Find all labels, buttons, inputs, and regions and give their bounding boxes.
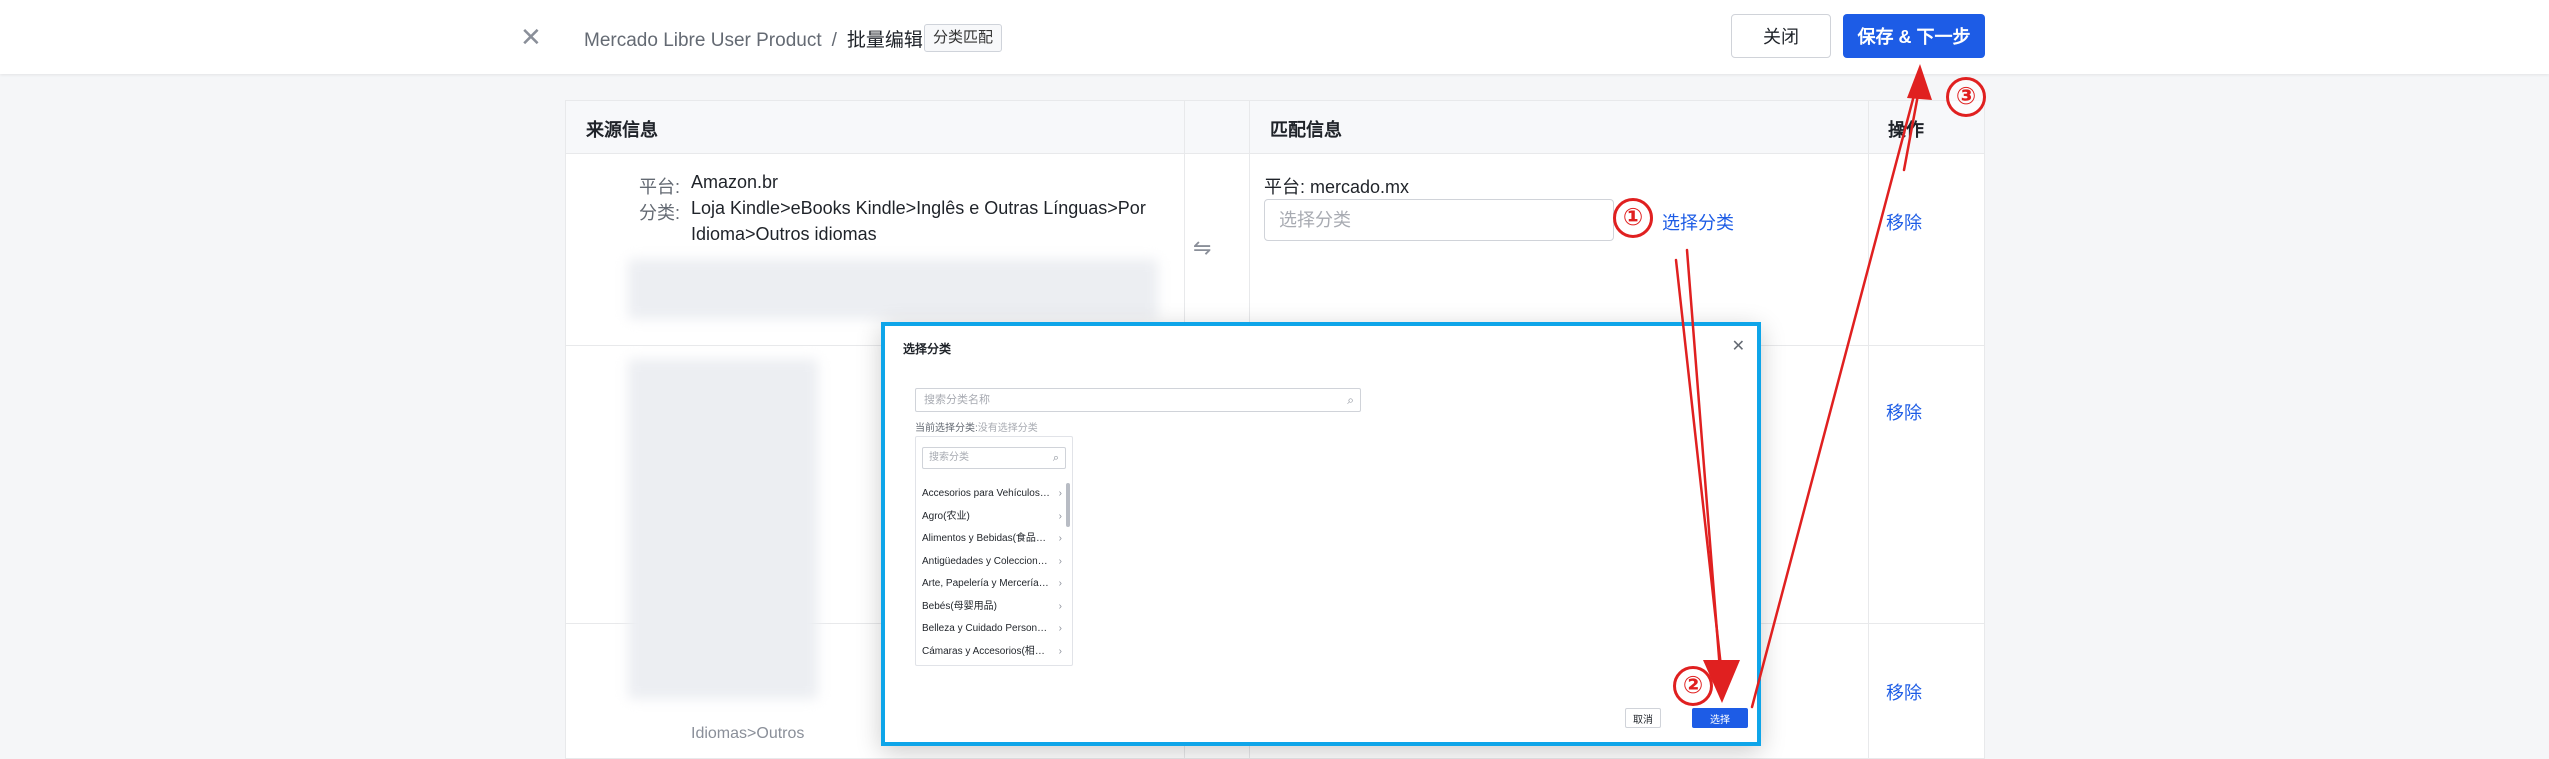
scrollbar[interactable] [1066, 483, 1070, 527]
dialog-title: 选择分类 [903, 342, 952, 356]
list-item-label: Cámaras y Accesorios(相机及配件) [922, 645, 1050, 657]
breadcrumb-app[interactable]: Mercado Libre User Product [584, 30, 822, 51]
chevron-right-icon: › [1058, 555, 1062, 567]
chevron-right-icon: › [1058, 600, 1062, 612]
chevron-right-icon: › [1058, 623, 1062, 634]
step-one-marker: ① [1613, 198, 1653, 238]
step-three-marker: ③ [1946, 77, 1986, 117]
column-divider [1868, 101, 1869, 758]
source-category: Loja Kindle>eBooks Kindle>Inglês e Outra… [691, 198, 1146, 218]
cancel-button[interactable]: 取消 [1625, 708, 1661, 728]
list-item[interactable]: Accesorios para Vehículos(车辆配件) › [922, 483, 1062, 506]
list-item[interactable]: Alimentos y Bebidas(食品和饮料) › [922, 528, 1062, 551]
close-icon[interactable]: ✕ [520, 22, 542, 52]
source-category-label: 分类: [639, 203, 681, 223]
swap-icon: ⇋ [1193, 235, 1212, 260]
select-button[interactable]: 选择 [1692, 708, 1748, 728]
current-selection-value: 没有选择分类 [977, 423, 1038, 434]
select-category-dialog: 选择分类 ✕ 搜索分类名称 ⌕ 当前选择分类:没有选择分类 搜索分类 ⌕ Acc… [881, 322, 1761, 746]
current-selection: 当前选择分类:没有选择分类 [915, 419, 1038, 434]
list-item-label: Alimentos y Bebidas(食品和饮料) [922, 533, 1050, 544]
table-header: 来源信息 匹配信息 操作 [566, 101, 1984, 154]
top-bar: ✕ Mercado Libre User Product / 批量编辑 分类匹配 关… [0, 0, 2549, 74]
source-category-cont: Idioma>Outros idiomas [691, 224, 877, 244]
remove-link[interactable]: 移除 [1886, 399, 1922, 425]
search-icon: ⌕ [1347, 393, 1354, 407]
category-select-input[interactable]: 选择分类 [1264, 199, 1614, 241]
blurred-product-info [628, 359, 818, 699]
step-two-marker: ② [1673, 666, 1713, 706]
list-item-label: Belleza y Cuidado Personal(美容和个人护理) [922, 623, 1050, 634]
list-item[interactable]: Cámaras y Accesorios(相机及配件) › [922, 641, 1062, 664]
list-item-label: Agro(农业) [922, 510, 970, 522]
target-platform: 平台: mercado.mx [1264, 177, 1410, 197]
list-item[interactable]: Agro(农业) › [922, 506, 1062, 529]
list-item-label: Antigüedades y Colecciones(古董和收藏) [922, 555, 1050, 567]
category-search-input[interactable]: 搜索分类名称 ⌕ [915, 388, 1361, 412]
breadcrumb: Mercado Libre User Product / 批量编辑 [584, 25, 923, 52]
list-item-label: Arte, Papelería y Mercería(艺术、文具) [922, 578, 1050, 589]
close-icon[interactable]: ✕ [1732, 336, 1745, 356]
list-item[interactable]: Arte, Papelería y Mercería(艺术、文具) › [922, 573, 1062, 596]
chevron-right-icon: › [1058, 510, 1062, 522]
panel-search-input[interactable]: 搜索分类 ⌕ [922, 447, 1066, 469]
list-item[interactable]: Bebés(母婴用品) › [922, 596, 1062, 619]
list-item[interactable]: Antigüedades y Colecciones(古董和收藏) › [922, 551, 1062, 574]
category-list: Accesorios para Vehículos(车辆配件) › Agro(农业… [922, 483, 1062, 663]
chevron-right-icon: › [1058, 645, 1062, 657]
breadcrumb-page: 批量编辑 [846, 30, 923, 51]
search-icon: ⌕ [1052, 452, 1059, 464]
panel-search-placeholder: 搜索分类 [929, 452, 969, 463]
select-category-link[interactable]: 选择分类 [1662, 209, 1734, 235]
remove-link[interactable]: 移除 [1886, 679, 1922, 705]
source-platform-label: 平台: [639, 177, 681, 197]
column-source-info: 来源信息 [586, 120, 658, 140]
column-actions: 操作 [1888, 120, 1924, 140]
chevron-right-icon: › [1058, 533, 1062, 544]
close-button[interactable]: 关闭 [1731, 14, 1831, 58]
chevron-right-icon: › [1058, 488, 1062, 499]
category-match-tag: 分类匹配 [924, 24, 1003, 52]
breadcrumb-separator: / [831, 30, 837, 51]
list-item-label: Accesorios para Vehículos(车辆配件) [922, 488, 1050, 499]
current-selection-label: 当前选择分类: [915, 423, 978, 434]
save-next-button[interactable]: 保存 & 下一步 [1843, 14, 1985, 58]
column-match-info: 匹配信息 [1270, 120, 1342, 140]
chevron-right-icon: › [1058, 578, 1062, 589]
category-panel: 搜索分类 ⌕ Accesorios para Vehículos(车辆配件) › … [915, 436, 1073, 666]
source-platform: Amazon.br [691, 172, 779, 192]
list-item[interactable]: Belleza y Cuidado Personal(美容和个人护理) › [922, 618, 1062, 641]
source-category-partial: Idiomas>Outros [691, 725, 805, 742]
blurred-product-info [628, 259, 1158, 319]
search-placeholder: 搜索分类名称 [924, 394, 990, 406]
remove-link[interactable]: 移除 [1886, 209, 1922, 235]
list-item-label: Bebés(母婴用品) [922, 600, 998, 612]
